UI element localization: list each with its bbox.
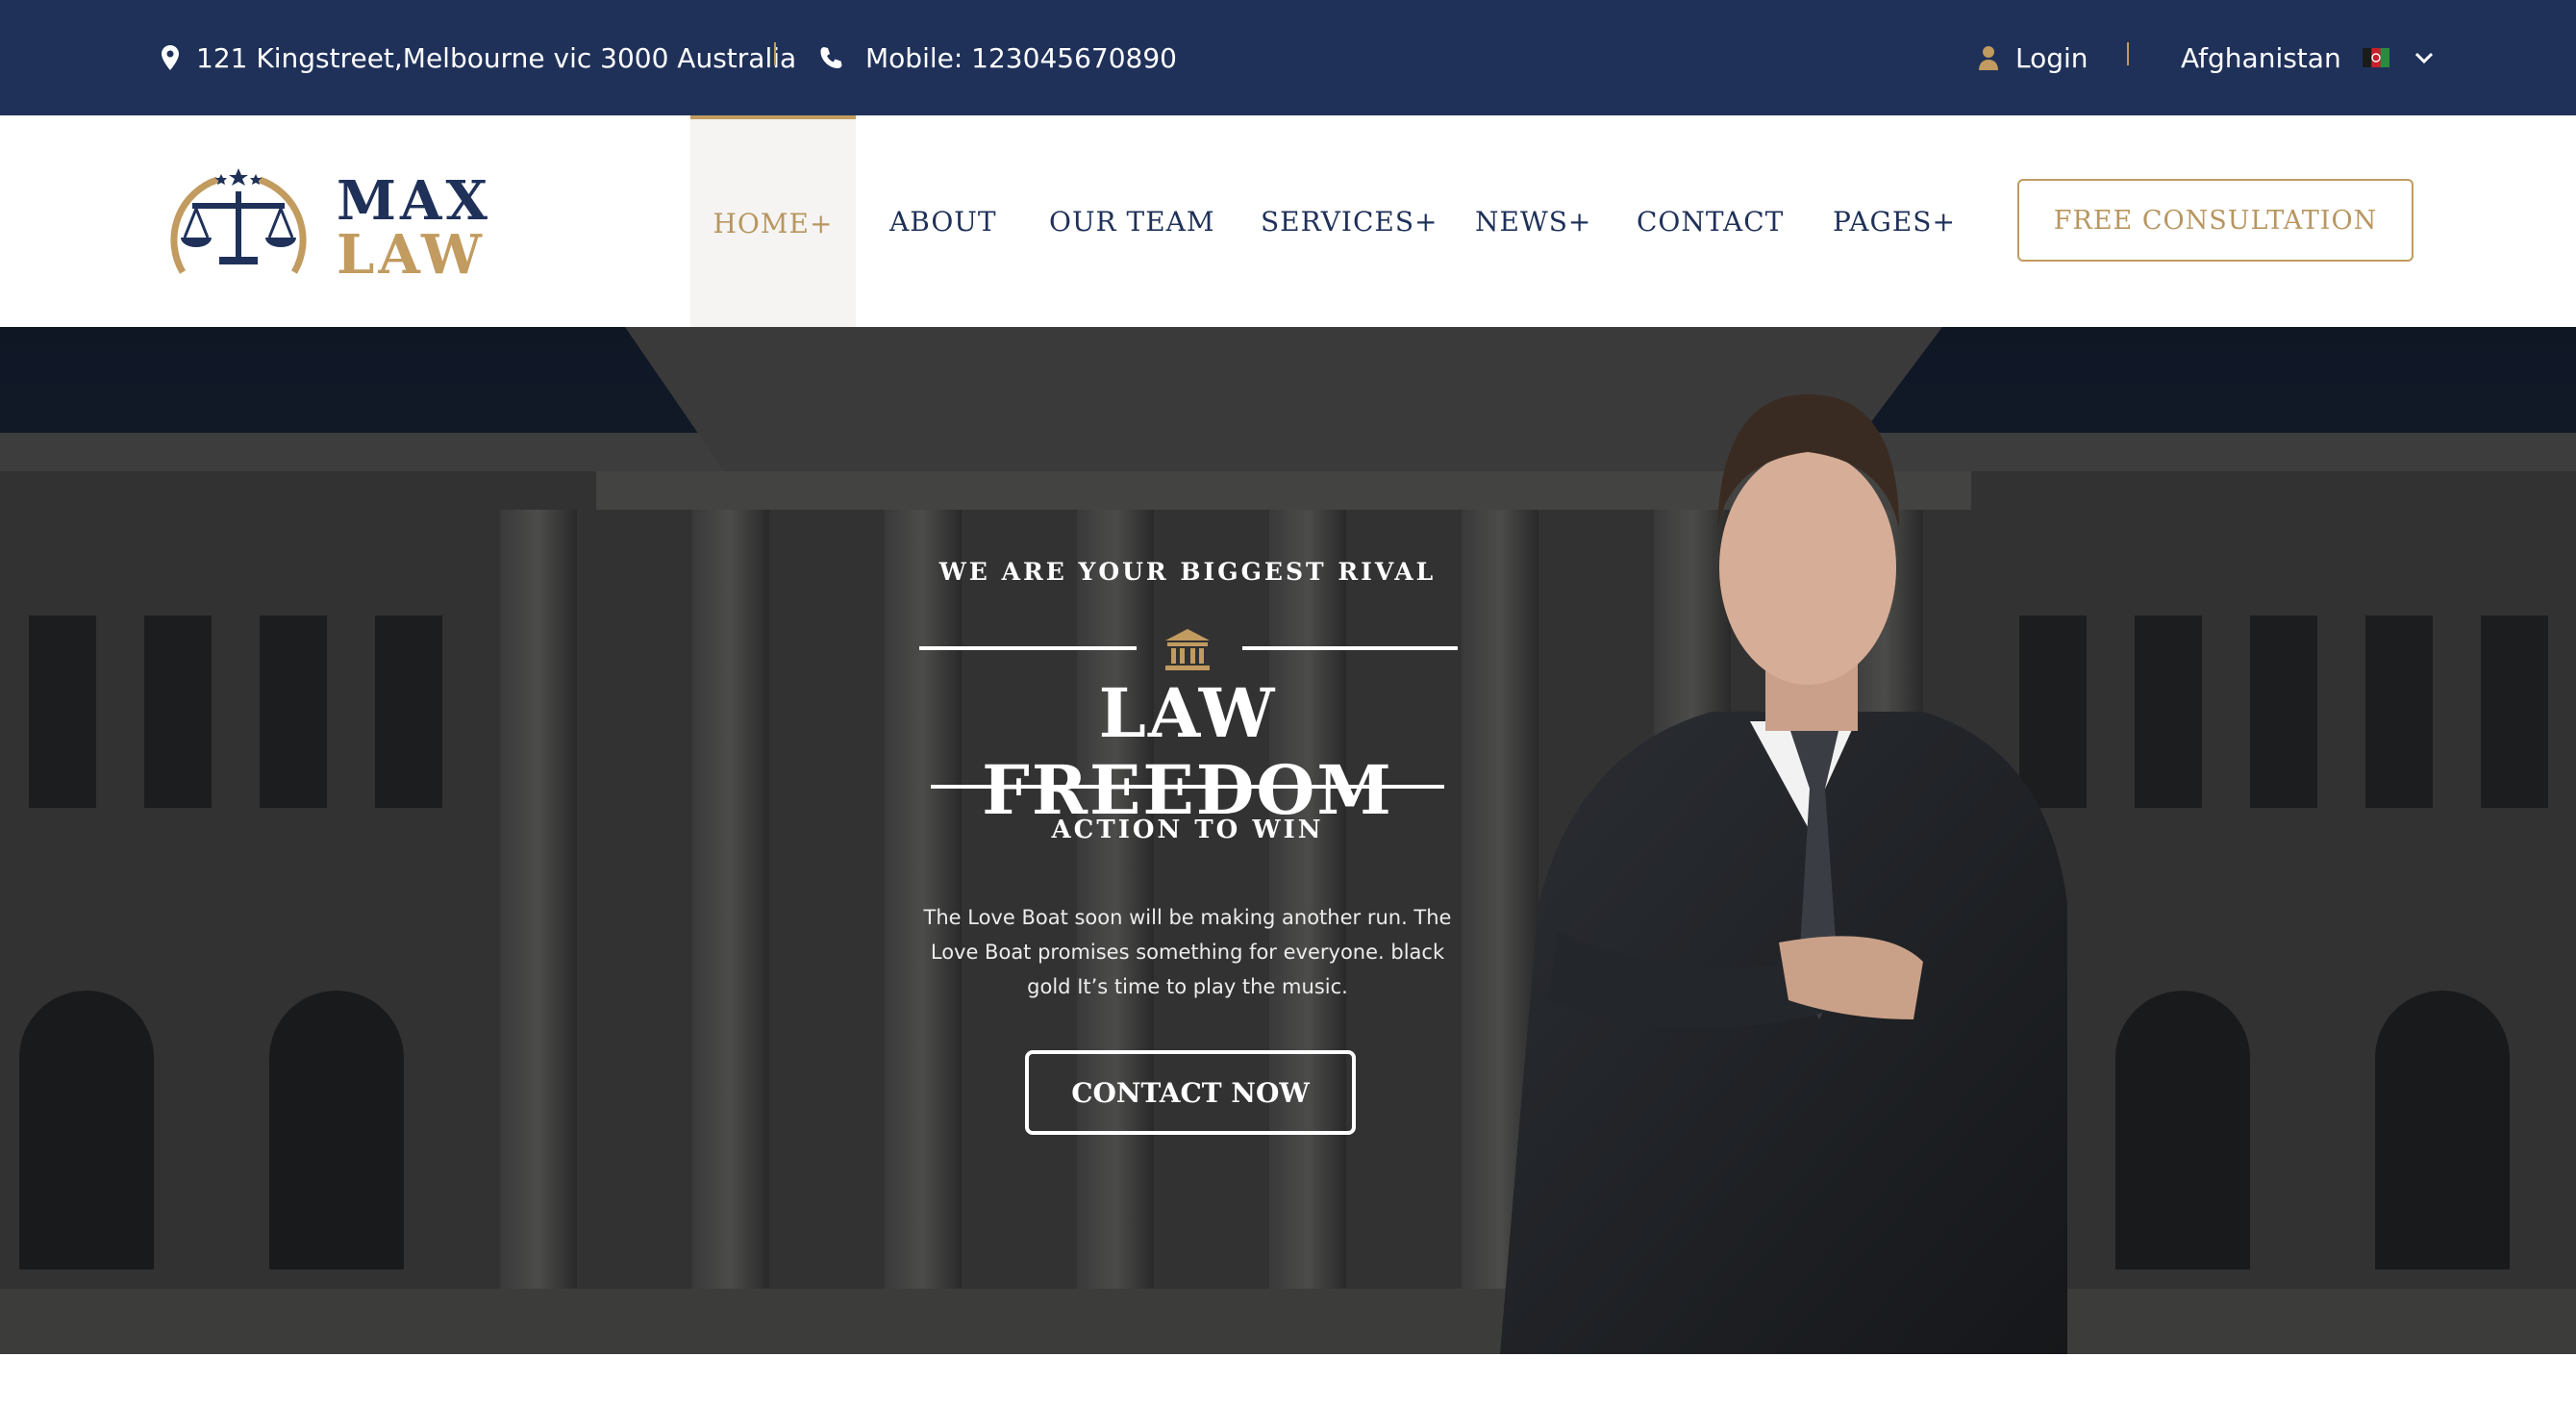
hero-title: LAW FREEDOM bbox=[982, 673, 1393, 830]
login-label[interactable]: Login bbox=[2015, 42, 2088, 74]
nav-services[interactable]: SERVICES+ bbox=[1261, 115, 1438, 327]
country-label[interactable]: Afghanistan bbox=[2181, 42, 2341, 74]
divider-line bbox=[931, 785, 1444, 789]
logo[interactable]: MAX LAW bbox=[162, 159, 488, 284]
login-link[interactable]: Login bbox=[1979, 0, 2088, 115]
logo-text-law: LAW bbox=[337, 223, 486, 287]
map-marker-icon bbox=[162, 45, 179, 70]
hero-subtitle: ACTION TO WIN bbox=[1051, 816, 1324, 844]
nav-our-team[interactable]: OUR TEAM bbox=[1049, 115, 1215, 327]
phone-icon bbox=[819, 46, 842, 69]
nav-news[interactable]: NEWS+ bbox=[1475, 115, 1591, 327]
country-selector[interactable]: Afghanistan bbox=[2181, 0, 2434, 115]
contact-now-button[interactable]: CONTACT NOW bbox=[1025, 1050, 1356, 1135]
top-bar: 121 Kingstreet,Melbourne vic 3000 Austra… bbox=[0, 0, 2576, 115]
chevron-down-icon[interactable] bbox=[2414, 51, 2434, 64]
hero-eyebrow: WE ARE YOUR BIGGEST RIVAL bbox=[938, 558, 1437, 586]
courthouse-icon bbox=[1163, 627, 1212, 676]
divider bbox=[774, 42, 776, 65]
hero-description: The Love Boat soon will be making anothe… bbox=[923, 906, 1452, 998]
divider bbox=[2127, 42, 2129, 65]
nav-contact[interactable]: CONTACT bbox=[1637, 115, 1784, 327]
address-info: 121 Kingstreet,Melbourne vic 3000 Austra… bbox=[162, 0, 796, 115]
hero-content: WE ARE YOUR BIGGEST RIVAL LAW FREEDOM AC… bbox=[894, 327, 1481, 1354]
address-text: 121 Kingstreet,Melbourne vic 3000 Austra… bbox=[196, 41, 797, 74]
nav-about[interactable]: ABOUT bbox=[889, 115, 997, 327]
phone-text[interactable]: Mobile: 123045670890 bbox=[865, 42, 1177, 74]
hero-banner: WE ARE YOUR BIGGEST RIVAL LAW FREEDOM AC… bbox=[0, 327, 2576, 1354]
free-consultation-button[interactable]: FREE CONSULTATION bbox=[2017, 179, 2413, 262]
divider-line bbox=[1242, 646, 1458, 650]
nav-pages[interactable]: PAGES+ bbox=[1833, 115, 1956, 327]
divider-line bbox=[919, 646, 1137, 650]
phone-info: Mobile: 123045670890 bbox=[819, 0, 1177, 115]
scales-of-justice-icon bbox=[170, 168, 307, 274]
logo-text-max: MAX bbox=[337, 169, 491, 233]
user-icon bbox=[1979, 45, 1998, 70]
flag-icon bbox=[2362, 48, 2389, 67]
main-header: MAX LAW HOME+ ABOUT OUR TEAM SERVICES+ N… bbox=[0, 115, 2576, 327]
nav-home[interactable]: HOME+ bbox=[690, 115, 856, 327]
